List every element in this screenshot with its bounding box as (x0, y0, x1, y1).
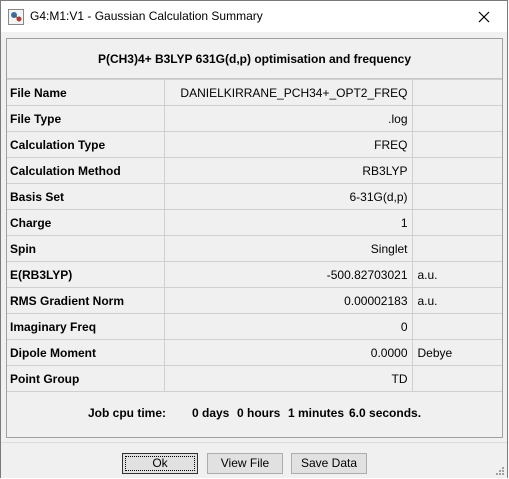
property-value: 1 (163, 209, 413, 236)
property-label: E(RB3LYP) (7, 261, 165, 288)
property-row: Calculation Method RB3LYP (7, 157, 502, 184)
property-unit: a.u. (411, 287, 502, 314)
title-bar[interactable]: G4:M1:V1 - Gaussian Calculation Summary (1, 1, 507, 32)
cpu-time-row: Job cpu time: 0 days 0 hours 1 minutes 6… (7, 391, 502, 437)
view-file-button[interactable]: View File (207, 453, 283, 474)
property-row: Imaginary Freq 0 (7, 313, 502, 340)
property-unit (411, 79, 502, 106)
save-data-button[interactable]: Save Data (291, 453, 367, 474)
property-unit (411, 313, 502, 340)
property-unit (411, 183, 502, 210)
property-value: TD (163, 365, 413, 392)
property-row: Dipole Moment 0.0000 Debye (7, 339, 502, 366)
property-unit: Debye (411, 339, 502, 366)
cpu-time-label: Job cpu time: (88, 406, 167, 420)
property-label: Dipole Moment (7, 339, 165, 366)
property-value: -500.82703021 (163, 261, 413, 288)
property-unit (411, 131, 502, 158)
property-value: 6-31G(d,p) (163, 183, 413, 210)
property-value: .log (163, 105, 413, 132)
cpu-days: 0 days (192, 406, 230, 420)
button-bar: Ok View File Save Data (1, 442, 507, 478)
property-label: Spin (7, 235, 165, 262)
summary-panel: P(CH3)4+ B3LYP 631G(d,p) optimisation an… (6, 38, 503, 438)
property-unit (411, 157, 502, 184)
cpu-hours: 0 hours (237, 406, 281, 420)
cpu-seconds: 6.0 seconds. (349, 406, 422, 420)
property-row: Charge 1 (7, 209, 502, 236)
cpu-minutes: 1 minutes (288, 406, 345, 420)
property-row: Spin Singlet (7, 235, 502, 262)
close-icon (478, 11, 490, 23)
gaussian-summary-window: G4:M1:V1 - Gaussian Calculation Summary … (0, 0, 508, 478)
property-unit (411, 209, 502, 236)
property-label: Point Group (7, 365, 165, 392)
property-row: Basis Set 6-31G(d,p) (7, 183, 502, 210)
property-unit (411, 365, 502, 392)
property-label: File Name (7, 79, 165, 106)
summary-heading: P(CH3)4+ B3LYP 631G(d,p) optimisation an… (7, 39, 502, 79)
property-value: FREQ (163, 131, 413, 158)
property-unit (411, 235, 502, 262)
property-label: RMS Gradient Norm (7, 287, 165, 314)
property-unit: a.u. (411, 261, 502, 288)
property-row: Point Group TD (7, 365, 502, 392)
resize-grip-icon[interactable] (495, 466, 505, 476)
property-value: RB3LYP (163, 157, 413, 184)
property-label: Imaginary Freq (7, 313, 165, 340)
property-label: Charge (7, 209, 165, 236)
property-row: E(RB3LYP) -500.82703021 a.u. (7, 261, 502, 288)
property-value: 0.00002183 (163, 287, 413, 314)
ok-button[interactable]: Ok (122, 453, 198, 474)
close-button[interactable] (461, 1, 507, 32)
property-value: Singlet (163, 235, 413, 262)
property-row: File Type .log (7, 105, 502, 132)
property-row: File Name DANIELKIRRANE_PCH34+_OPT2_FREQ (7, 79, 502, 106)
property-row: RMS Gradient Norm 0.00002183 a.u. (7, 287, 502, 314)
property-value: 0.0000 (163, 339, 413, 366)
window-title: G4:M1:V1 - Gaussian Calculation Summary (30, 9, 263, 23)
property-value: 0 (163, 313, 413, 340)
property-unit (411, 105, 502, 132)
gaussview-app-icon (8, 9, 24, 25)
property-label: File Type (7, 105, 165, 132)
property-row: Calculation Type FREQ (7, 131, 502, 158)
property-value: DANIELKIRRANE_PCH34+_OPT2_FREQ (163, 79, 413, 106)
property-label: Calculation Method (7, 157, 165, 184)
property-label: Calculation Type (7, 131, 165, 158)
property-label: Basis Set (7, 183, 165, 210)
properties-table: File Name DANIELKIRRANE_PCH34+_OPT2_FREQ F… (7, 79, 502, 392)
